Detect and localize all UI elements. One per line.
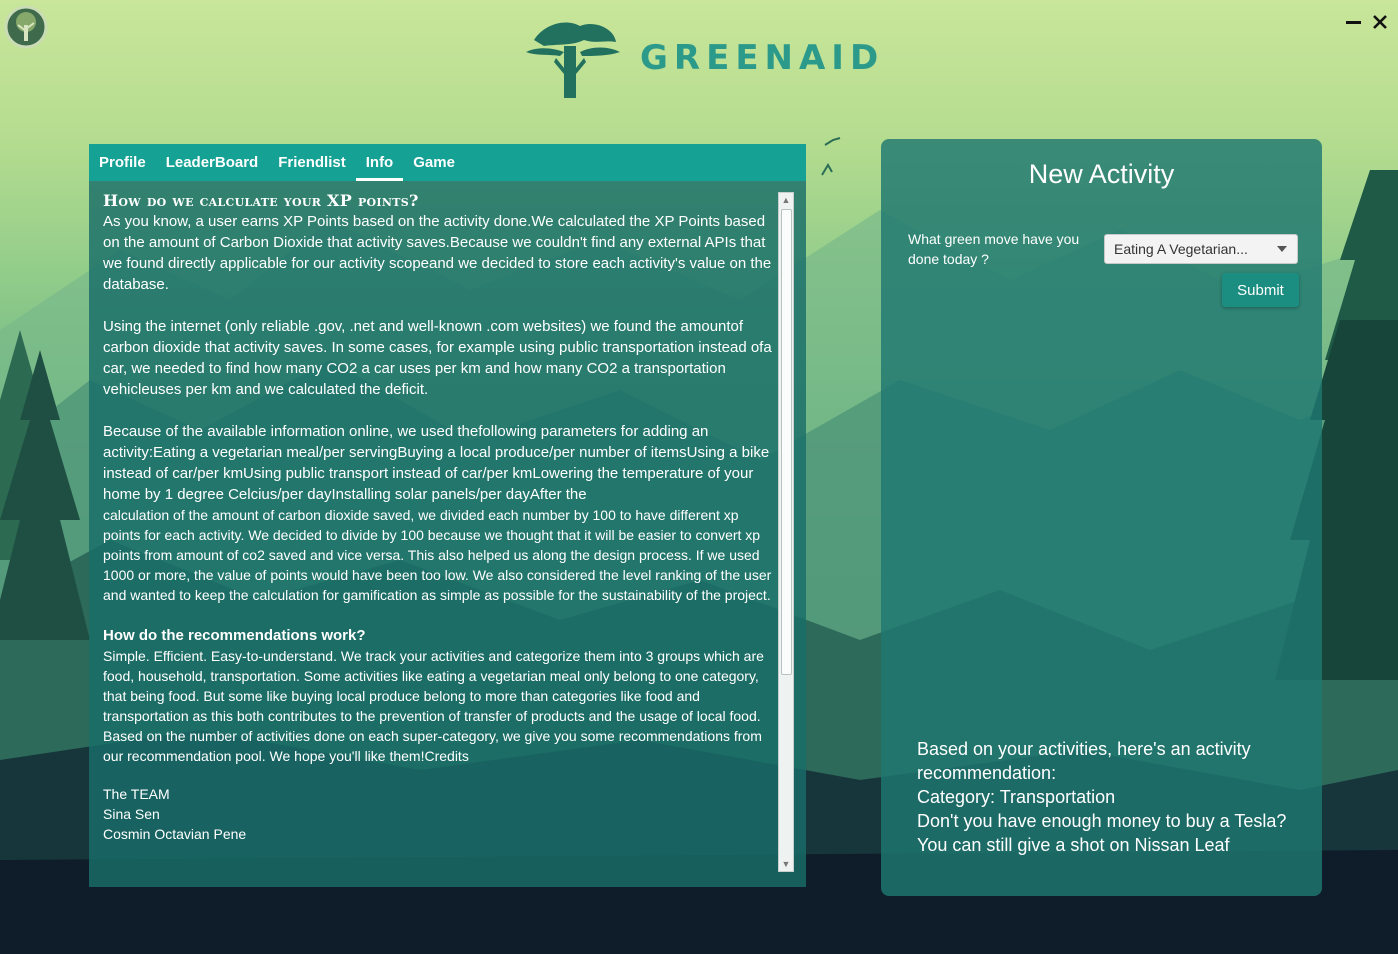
- activity-question-label: What green move have you done today ?: [908, 231, 1080, 267]
- recommendation-line: You can still give a shot on Nissan Leaf: [917, 835, 1230, 855]
- recommendation-line: Based on your activities, here's an acti…: [917, 739, 1251, 759]
- tab-friendlist[interactable]: Friendlist: [268, 144, 356, 181]
- info-content: How do we calculate your XP points? As y…: [103, 191, 775, 873]
- xp-paragraph-3b: calculation of the amount of carbon diox…: [103, 507, 772, 603]
- tab-bar: Profile LeaderBoard Friendlist Info Game: [89, 144, 806, 181]
- info-panel: Profile LeaderBoard Friendlist Info Game…: [89, 144, 806, 887]
- recommendation-text: Based on your activities, here's an acti…: [917, 737, 1307, 857]
- greenaid-logo: GREENAID: [524, 16, 884, 100]
- vertical-scrollbar[interactable]: ▲ ▼: [778, 192, 794, 872]
- recommendation-line: recommendation:: [917, 763, 1057, 783]
- tab-profile[interactable]: Profile: [89, 144, 156, 181]
- new-activity-title: New Activity: [1028, 159, 1175, 189]
- tab-game[interactable]: Game: [403, 144, 465, 181]
- xp-paragraph-1: As you know, a user earns XP Points base…: [103, 213, 772, 293]
- close-icon[interactable]: [1370, 12, 1390, 32]
- credits-list: The TEAM Sina Sen Cosmin Octavian Pene: [103, 784, 775, 844]
- app-tree-icon[interactable]: [4, 5, 48, 49]
- new-activity-panel: New Activity What green move have you do…: [881, 139, 1322, 896]
- xp-heading: How do we calculate your XP points?: [103, 191, 419, 210]
- tab-leaderboard[interactable]: LeaderBoard: [156, 144, 269, 181]
- xp-paragraph-3a: Because of the available information onl…: [103, 423, 770, 503]
- submit-button[interactable]: Submit: [1222, 273, 1299, 307]
- chevron-down-icon: [1277, 246, 1287, 252]
- recommendations-paragraph: Simple. Efficient. Easy-to-understand. W…: [103, 648, 764, 764]
- tab-info[interactable]: Info: [355, 144, 404, 181]
- logo-tree-icon: [526, 22, 620, 98]
- dropdown-selected-value: Eating A Vegetarian...: [1114, 241, 1248, 257]
- credits-line: Cosmin Octavian Pene: [103, 826, 247, 842]
- recommendation-line: Don't you have enough money to buy a Tes…: [917, 811, 1287, 831]
- recommendation-line: Category: Transportation: [917, 787, 1116, 807]
- logo-text: GREENAID: [640, 38, 885, 78]
- credits-line: Sina Sen: [103, 806, 160, 822]
- scroll-up-icon[interactable]: ▲: [779, 193, 793, 207]
- scroll-thumb[interactable]: [781, 209, 792, 675]
- scroll-down-icon[interactable]: ▼: [779, 857, 793, 871]
- minimize-icon[interactable]: [1344, 12, 1364, 32]
- activity-dropdown[interactable]: Eating A Vegetarian...: [1104, 234, 1298, 264]
- recommendations-heading: How do the recommendations work?: [103, 627, 366, 644]
- xp-paragraph-2: Using the internet (only reliable .gov, …: [103, 318, 772, 398]
- credits-line: The TEAM: [103, 786, 170, 802]
